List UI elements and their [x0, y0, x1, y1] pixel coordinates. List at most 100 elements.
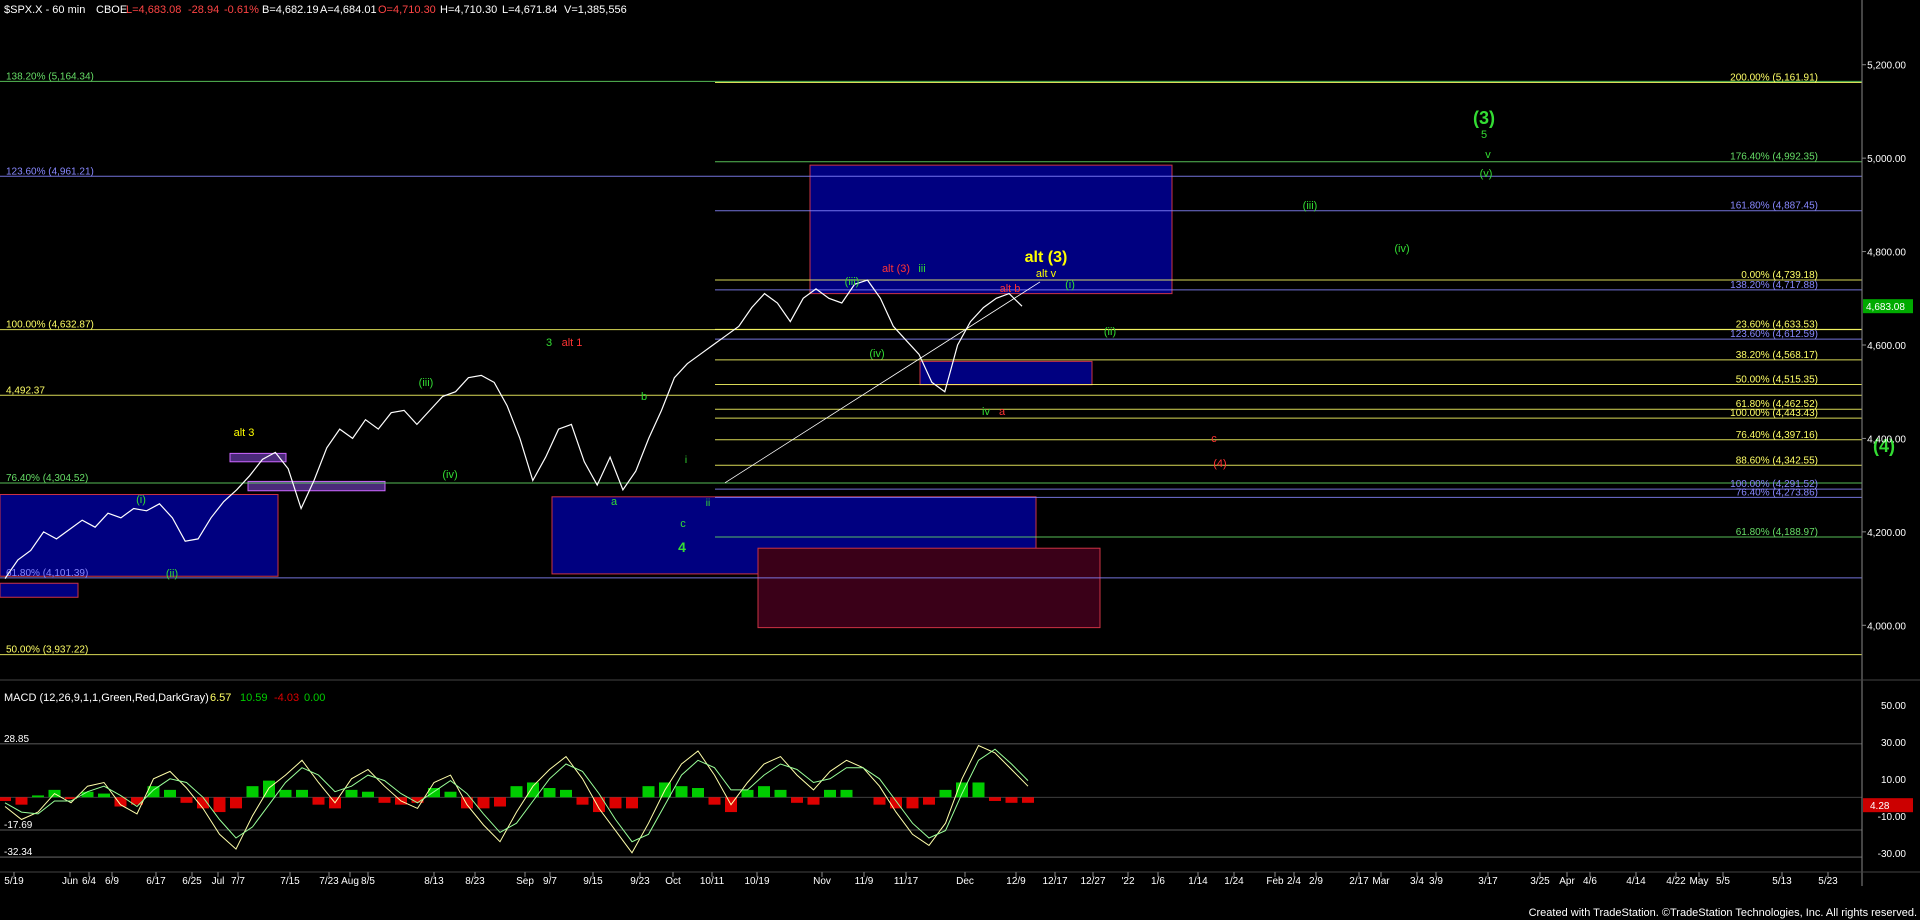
fib-label: 176.40% (4,992.35) — [1730, 152, 1818, 163]
macd-hist-bar — [362, 791, 374, 798]
wave-label: alt 3 — [234, 427, 255, 439]
wave-label: alt (3) — [1025, 249, 1068, 266]
wave-label: alt v — [1036, 268, 1057, 280]
fib-label: 61.80% (4,101.39) — [6, 568, 88, 579]
header-open: O=4,710.30 — [378, 4, 436, 16]
x-tick-label: Apr — [1559, 876, 1575, 887]
x-tick-label: 10/11 — [700, 876, 725, 887]
macd-hist-bar — [692, 788, 704, 798]
x-tick-label: 1/14 — [1188, 876, 1208, 887]
x-tick-label: 8/23 — [465, 876, 485, 887]
macd-hist-bar — [560, 789, 572, 798]
y-tick-label: 4,200.00 — [1867, 528, 1906, 539]
x-tick-label: 3/4 — [1410, 876, 1424, 887]
x-tick-label: 5/19 — [4, 876, 24, 887]
wave-label: (iv) — [442, 469, 457, 481]
x-tick-label: 5/5 — [1716, 876, 1730, 887]
macd-hist-bar — [791, 797, 803, 803]
macd-hist-bar — [279, 789, 292, 798]
macd-y-tick-label: 30.00 — [1881, 738, 1906, 749]
macd-hist-bar — [939, 789, 952, 798]
x-tick-label: 8/5 — [361, 876, 375, 887]
x-tick-label: 10/19 — [744, 876, 769, 887]
header-low: L=4,671.84 — [502, 4, 557, 16]
x-tick-label: 4/14 — [1626, 876, 1646, 887]
wave-label: a — [611, 496, 618, 508]
x-tick-label: Aug — [341, 876, 359, 887]
x-tick-label: 1/24 — [1224, 876, 1244, 887]
macd-hist-bar — [164, 789, 176, 798]
y-tick-label: 4,600.00 — [1867, 341, 1906, 352]
fib-label: 100.00% (4,443.43) — [1730, 408, 1818, 419]
wave-label: (iv) — [1394, 243, 1409, 255]
x-tick-label: 6/25 — [182, 876, 202, 887]
wave-label: (iv) — [869, 348, 884, 360]
support-box-mid — [919, 360, 1093, 386]
macd-hist-bar — [758, 786, 770, 798]
macd-hist-bar — [972, 782, 985, 798]
macd-hist-bar — [906, 797, 919, 809]
support-box-maroon — [757, 547, 1101, 629]
fib-label: 61.80% (4,188.97) — [1736, 527, 1818, 538]
x-tick-label: 5/13 — [1772, 876, 1792, 887]
chart-background — [0, 0, 1920, 920]
wave-label: 4 — [678, 539, 686, 555]
macd-hist-bar — [708, 797, 721, 805]
wave-label: 5 — [1481, 129, 1487, 141]
x-tick-label: 6/9 — [105, 876, 119, 887]
x-tick-label: 6/4 — [82, 876, 96, 887]
macd-hist-bar — [345, 789, 358, 798]
macd-readout-2: 10.59 — [240, 692, 268, 704]
wave-label: alt b — [1000, 283, 1021, 295]
y-tick-label: 4,000.00 — [1867, 621, 1906, 632]
x-tick-label: 1/6 — [1151, 876, 1165, 887]
x-tick-label: Feb — [1266, 876, 1284, 887]
wave-label: b — [641, 391, 647, 403]
support-box-left-small — [0, 582, 79, 598]
header-last: L=4,683.08 — [126, 4, 181, 16]
header-change-pct: -0.61% — [224, 4, 259, 16]
wave-label: (3) — [1473, 108, 1495, 128]
x-tick-label: 4/22 — [1666, 876, 1686, 887]
y-tick-label: 5,200.00 — [1867, 61, 1906, 72]
wave-label: (iii) — [419, 377, 434, 389]
macd-hist-bar — [510, 786, 523, 798]
wave-label: v — [1485, 149, 1491, 161]
macd-hist-bar — [0, 797, 11, 801]
x-tick-label: Dec — [956, 876, 974, 887]
last-price-label: 4,683.08 — [1866, 302, 1905, 313]
y-tick-label: 4,800.00 — [1867, 248, 1906, 259]
wave-label: (v) — [1480, 168, 1493, 180]
header-bid: B=4,682.19 — [262, 4, 319, 16]
x-tick-label: Jul — [212, 876, 225, 887]
x-tick-label: 9/15 — [583, 876, 603, 887]
fib-label: 88.60% (4,342.55) — [1736, 455, 1818, 466]
x-tick-label: 11/9 — [855, 876, 874, 887]
x-tick-label: 2/4 — [1287, 876, 1301, 887]
fib-label: 38.20% (4,568.17) — [1736, 350, 1818, 361]
chart-canvas: 138.20% (5,164.34) 200.00% (5,161.91) 176.… — [0, 0, 1920, 920]
macd-readout-1: 6.57 — [210, 692, 231, 704]
wave-label: iii — [918, 263, 925, 275]
wave-label: (ii) — [166, 568, 178, 580]
wave-label: alt (3) — [882, 263, 910, 275]
macd-y-tick-label: -30.00 — [1878, 849, 1907, 860]
macd-hist-bar — [840, 789, 853, 798]
x-tick-label: 4/6 — [1583, 876, 1597, 887]
macd-hist-bar — [807, 797, 820, 805]
header-high: H=4,710.30 — [440, 4, 497, 16]
macd-hist-bar — [15, 797, 28, 805]
x-tick-label: Nov — [813, 876, 831, 887]
wave-label: c — [680, 518, 686, 530]
macd-level-label: -17.69 — [4, 820, 33, 831]
macd-hist-bar — [213, 797, 226, 813]
x-tick-label: 9/7 — [543, 876, 557, 887]
macd-hist-bar — [675, 786, 688, 798]
macd-y-tick-label: 10.00 — [1881, 775, 1906, 786]
macd-hist-bar — [741, 789, 754, 798]
header-symbol: $SPX.X - 60 min — [4, 4, 85, 16]
macd-hist-bar — [378, 797, 391, 803]
x-tick-label: Jun — [62, 876, 78, 887]
x-tick-label: Oct — [665, 876, 681, 887]
x-tick-label: 8/13 — [424, 876, 444, 887]
